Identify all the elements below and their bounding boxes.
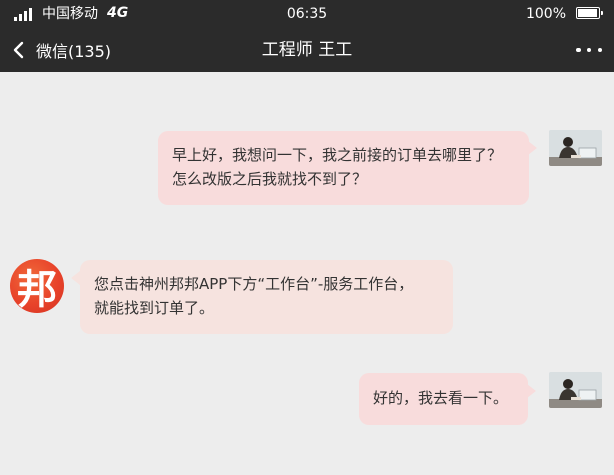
nav-bar: 微信(135) 工程师 王工 (0, 28, 614, 72)
avatar-logo-text: 邦 (17, 266, 57, 313)
bubble-tail (527, 384, 536, 398)
more-horizontal-icon[interactable] (576, 28, 602, 72)
chat-title: 工程师 王工 (261, 40, 353, 60)
battery-fill (578, 9, 597, 17)
message-bubble-incoming[interactable]: 您点击神州邦邦APP下方“工作台”-服务工作台， 就能找到订单了。 (80, 260, 453, 334)
battery-icon (576, 7, 603, 19)
message-text: 就能找到订单了。 (94, 299, 215, 317)
message-text: 早上好，我想问一下，我之前接的订单去哪里了？ (172, 146, 503, 164)
user-avatar[interactable] (549, 372, 602, 408)
battery-percent: 100% (525, 6, 566, 22)
chat-screen: 中国移动 4G 06:35 100% 微信(135) 工程师 王工 早上好，我想… (0, 0, 614, 475)
status-time: 06:35 (286, 6, 328, 22)
message-bubble-outgoing[interactable]: 好的，我去看一下。 (359, 373, 528, 425)
agent-avatar[interactable]: 邦 (10, 259, 64, 313)
message-text: 您点击神州邦邦APP下方“工作台”-服务工作台， (94, 275, 414, 293)
message-text: 怎么改版之后我就找不到了？ (172, 170, 368, 188)
message-bubble-outgoing[interactable]: 早上好，我想问一下，我之前接的订单去哪里了？ 怎么改版之后我就找不到了？ (158, 131, 529, 205)
user-avatar[interactable] (549, 130, 602, 166)
message-text: 好的，我去看一下。 (373, 389, 509, 407)
bubble-tail (528, 141, 537, 155)
bubble-tail (71, 271, 80, 285)
status-bar: 中国移动 4G 06:35 100% (0, 0, 614, 28)
